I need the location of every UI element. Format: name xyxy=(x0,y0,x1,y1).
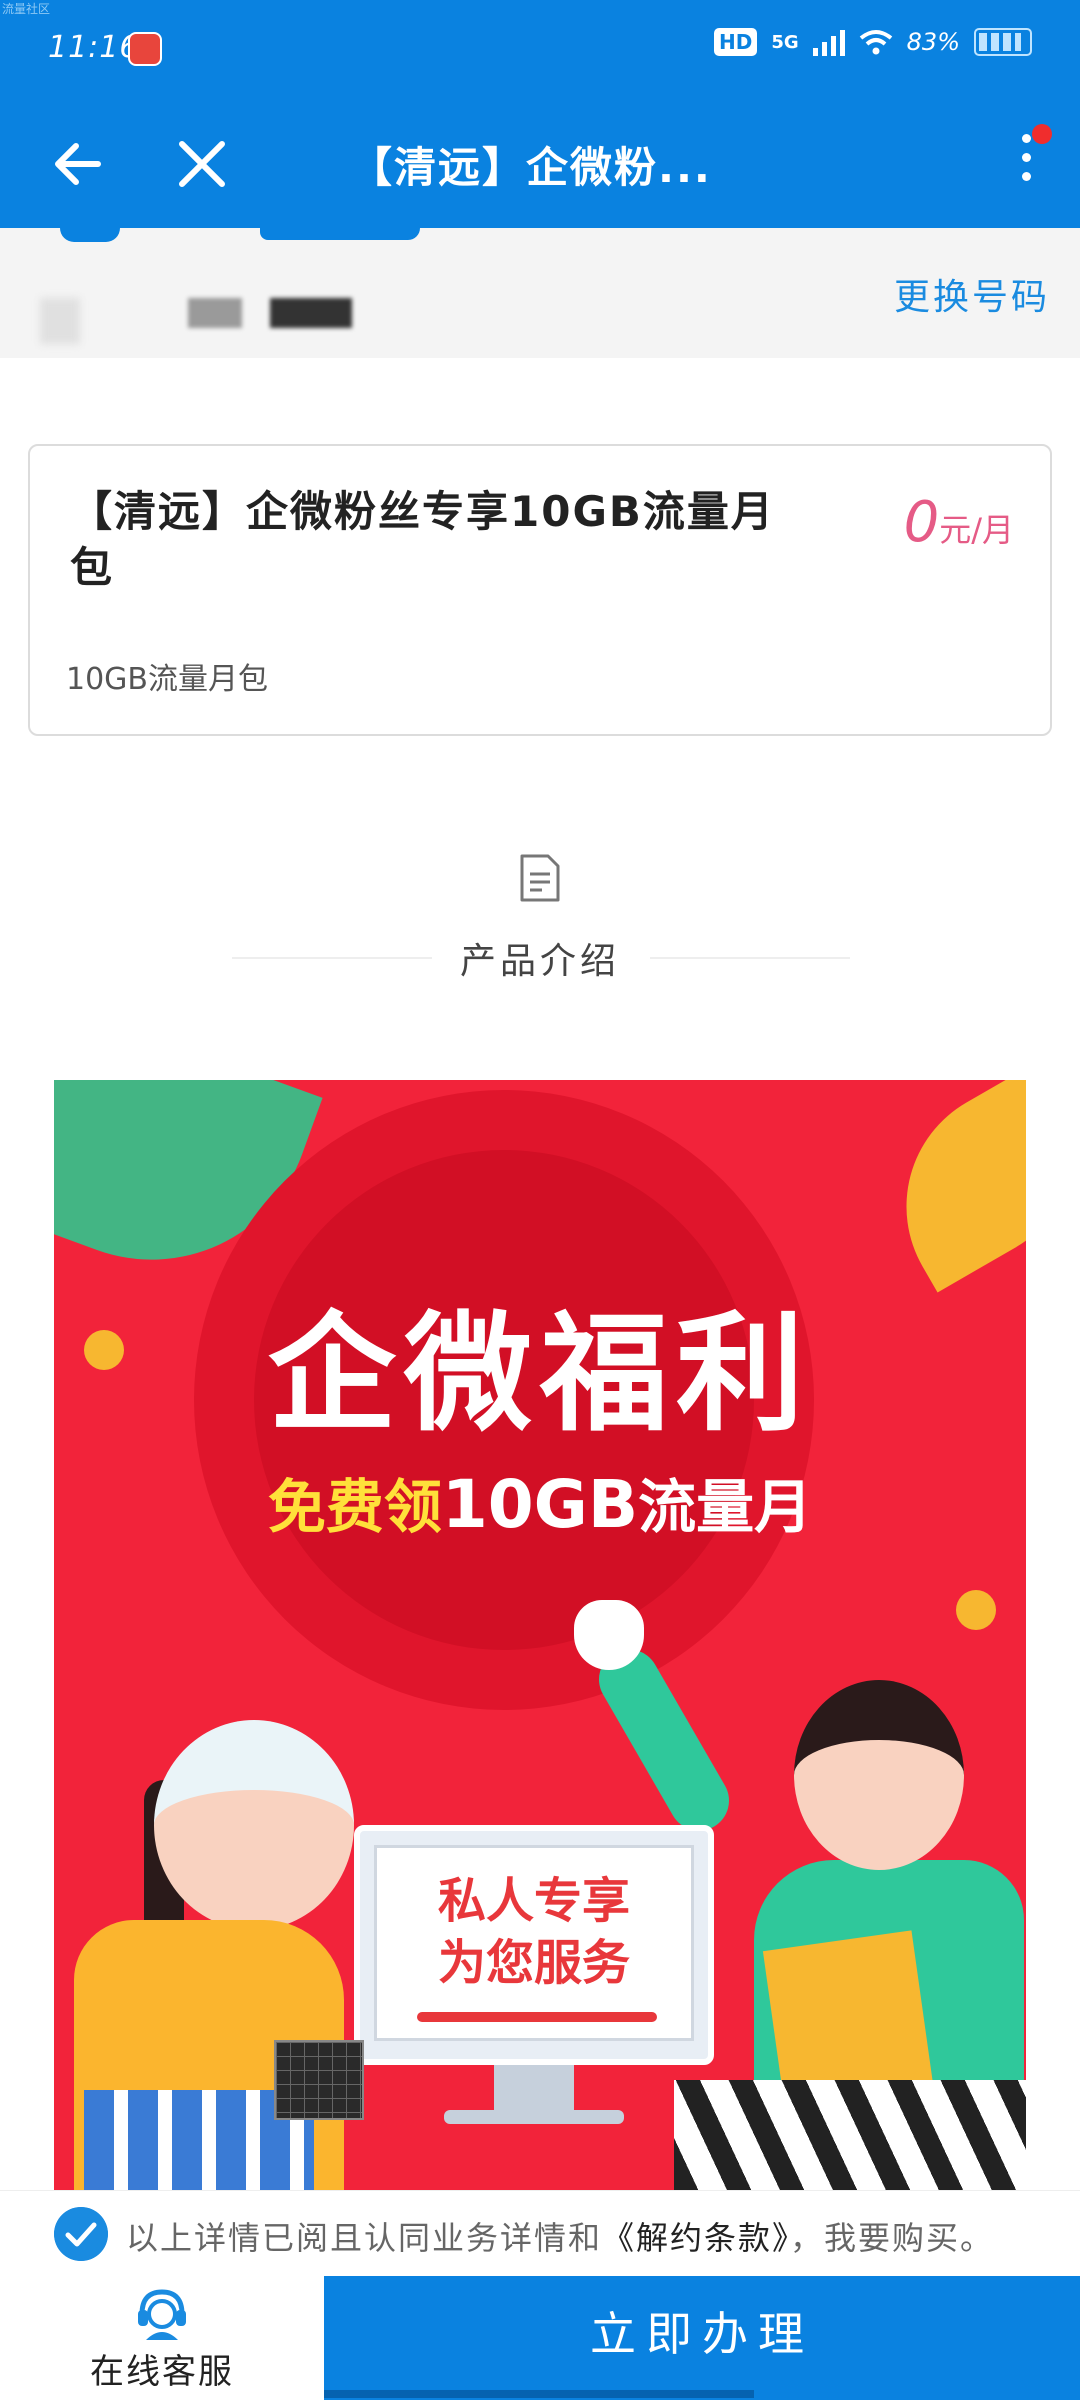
network-label: 5G xyxy=(771,31,799,53)
plan-description: 10GB流量月包 xyxy=(66,662,269,697)
customer-service-button[interactable]: 在线客服 xyxy=(0,2276,324,2400)
agreement-text-after: ，我要购买。 xyxy=(790,2219,995,2257)
document-icon xyxy=(520,854,560,902)
price-value: 0 xyxy=(903,490,940,555)
page-title: 【清远】企微粉... xyxy=(350,143,712,192)
dot-decoration xyxy=(956,1590,996,1630)
apply-now-button[interactable]: 立即办理 xyxy=(324,2276,1080,2400)
status-bar: 流量社区 11:16 HD 5G 83% xyxy=(0,0,1080,100)
banner-headline: 企微福利 xyxy=(267,1300,812,1449)
banner-sub-free: 免费领 xyxy=(267,1473,442,1541)
hd-icon: HD xyxy=(714,28,758,56)
header-wave xyxy=(60,228,120,242)
status-time: 11:16 xyxy=(48,30,140,65)
battery-icon xyxy=(974,28,1032,56)
more-menu-icon[interactable] xyxy=(996,124,1056,204)
status-indicators: HD 5G 83% xyxy=(714,28,1032,56)
illustration-chart-board xyxy=(274,2040,364,2120)
masked-number xyxy=(188,298,242,328)
wifi-icon xyxy=(859,30,892,55)
agreement-text: 以上详情已阅且认同业务详情和《解约条款》，我要购买。 xyxy=(126,2213,994,2259)
plan-price: 0元/月 xyxy=(904,490,1014,555)
screen-bar xyxy=(417,2012,657,2022)
illustration-woman-head xyxy=(794,1680,964,1870)
divider xyxy=(650,957,850,959)
screen-line-1: 私人专享 xyxy=(437,1873,630,1929)
promo-banner: 企微福利 免费领10GB流量月 私人专享 为您服务 xyxy=(54,1080,1026,2190)
monitor-base xyxy=(444,2110,624,2124)
headset-icon xyxy=(138,2289,186,2340)
masked-number xyxy=(270,298,352,328)
screen-line-2: 为您服务 xyxy=(437,1935,630,1991)
product-intro-title: 产品介绍 xyxy=(459,941,620,982)
monitor-screen: 私人专享 为您服务 xyxy=(374,1845,694,2041)
illustration-girl-head xyxy=(154,1720,354,1930)
app-bar: 【清远】企微粉... xyxy=(0,100,1080,228)
close-icon[interactable] xyxy=(166,128,238,200)
signal-icon xyxy=(812,28,845,56)
agreement-bar: 以上详情已阅且认同业务详情和《解约条款》，我要购买。 xyxy=(0,2190,1080,2276)
notification-dot xyxy=(1032,124,1052,144)
monitor-stand xyxy=(494,2065,574,2115)
phone-number-bar: 更换号码 xyxy=(0,228,1080,358)
illustration-monitor: 私人专享 为您服务 xyxy=(354,1825,714,2065)
change-number-link[interactable]: 更换号码 xyxy=(894,268,1050,320)
home-indicator xyxy=(324,2390,754,2398)
leaf-decoration xyxy=(862,1080,1026,1293)
terms-link[interactable]: 《解约条款》 xyxy=(602,2219,790,2257)
plan-name: 【清远】企微粉丝专享10GB流量月包 xyxy=(70,487,775,592)
battery-percent: 83% xyxy=(906,28,960,56)
banner-sub-size: 10GB xyxy=(441,1466,639,1543)
customer-service-label: 在线客服 xyxy=(90,2352,234,2392)
watermark-text: 流量社区 xyxy=(2,2,51,16)
notification-app-icon xyxy=(128,32,162,66)
plan-card: 【清远】企微粉丝专享10GB流量月包 0元/月 10GB流量月包 xyxy=(28,444,1052,736)
agreement-text-before: 以上详情已阅且认同业务详情和 xyxy=(126,2219,603,2257)
divider xyxy=(232,957,432,959)
price-unit: 元/月 xyxy=(939,511,1014,549)
header-wave xyxy=(260,228,420,240)
illustration-hand xyxy=(574,1600,644,1670)
banner-subtitle: 免费领10GB流量月 xyxy=(54,1460,1026,1544)
back-arrow-icon[interactable] xyxy=(44,128,116,200)
masked-number xyxy=(40,298,80,344)
illustration-stripes xyxy=(674,2080,1026,2190)
agreement-checkbox[interactable] xyxy=(54,2207,108,2261)
banner-sub-rest: 流量月 xyxy=(638,1473,813,1541)
